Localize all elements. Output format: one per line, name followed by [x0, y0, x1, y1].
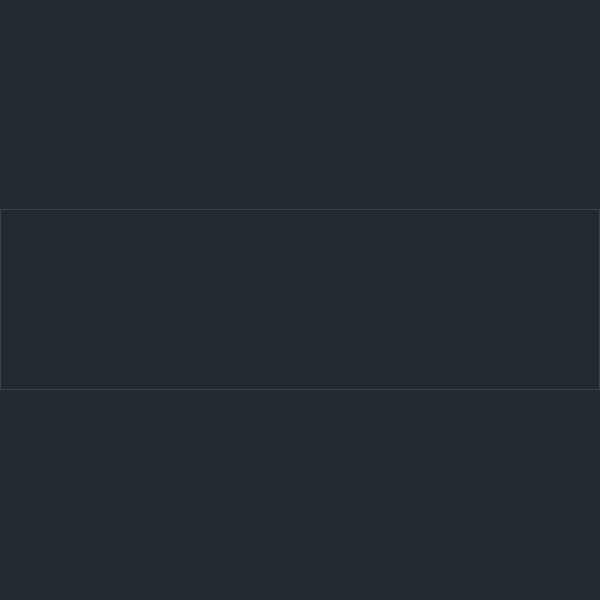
- bottom-area: [0, 390, 600, 600]
- top-area: [0, 0, 600, 209]
- middle-panel: [0, 209, 600, 390]
- app-window: [0, 0, 600, 600]
